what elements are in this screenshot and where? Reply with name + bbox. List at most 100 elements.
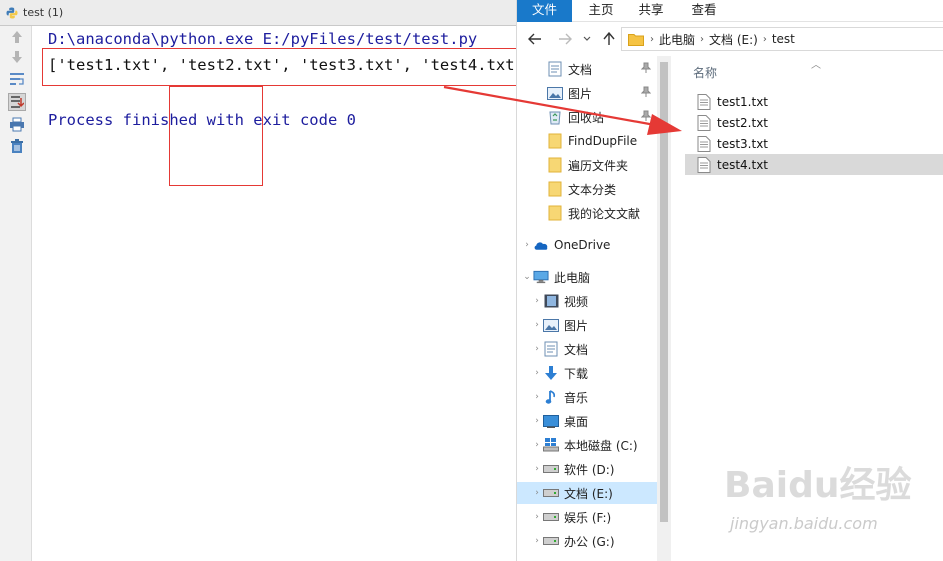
sidebar-item-onedrive[interactable]: › OneDrive (517, 234, 657, 256)
sidebar-item-this-pc[interactable]: ⌄ 此电脑 (517, 266, 657, 288)
annotation-arrow-icon (443, 85, 682, 135)
sidebar-item-label: OneDrive (554, 238, 611, 252)
folder-icon (547, 205, 563, 221)
sidebar-item-label: 文档 (E:) (564, 486, 613, 501)
sidebar-item-drive-f[interactable]: › 娱乐 (F:) (517, 506, 657, 528)
breadcrumb-drive-e[interactable]: 文档 (E:) (705, 31, 762, 48)
address-path-box[interactable]: › 此电脑 › 文档 (E:) › test (621, 27, 943, 51)
sidebar-item-label: 文档 (568, 62, 593, 77)
sidebar-item-paper-references[interactable]: 我的论文文献 (517, 202, 657, 224)
computer-icon (533, 269, 549, 285)
sidebar-item-label: 我的论文文献 (568, 206, 641, 221)
sidebar-item-documents[interactable]: › 文档 (517, 338, 657, 360)
documents-icon (547, 61, 563, 77)
chevron-right-icon[interactable]: › (531, 320, 543, 330)
chevron-down-icon[interactable]: ⌄ (521, 272, 533, 282)
run-toolbar (0, 26, 32, 561)
sidebar-item-pictures[interactable]: › 图片 (517, 314, 657, 336)
chevron-right-icon[interactable]: › (531, 536, 543, 546)
ribbon-tab-file[interactable]: 文件 (517, 0, 572, 22)
music-icon (543, 389, 559, 405)
windows-drive-icon (543, 437, 559, 453)
folder-icon (547, 181, 563, 197)
videos-icon (543, 293, 559, 309)
ribbon-tab-view[interactable]: 查看 (684, 0, 724, 22)
address-bar: › 此电脑 › 文档 (E:) › test (517, 24, 943, 54)
desktop-icon (543, 413, 559, 429)
sidebar-item-downloads[interactable]: › 下载 (517, 362, 657, 384)
sidebar-item-drive-c[interactable]: › 本地磁盘 (C:) (517, 434, 657, 456)
text-file-icon (697, 114, 711, 131)
screenshot-root: test (1) D:\anaconda\python.exe E:/pyFil… (0, 0, 943, 561)
files-highlight-box (169, 86, 263, 186)
sidebar-item-desktop[interactable]: › 桌面 (517, 410, 657, 432)
scroll-to-end-icon[interactable] (8, 93, 26, 111)
run-tab[interactable]: test (1) (0, 0, 71, 25)
sidebar-item-label: 音乐 (564, 390, 589, 405)
ribbon-tab-share[interactable]: 共享 (631, 0, 671, 22)
chevron-right-icon[interactable]: › (531, 488, 543, 498)
download-icon (543, 365, 559, 381)
sidebar-item-music[interactable]: › 音乐 (517, 386, 657, 408)
chevron-right-icon[interactable]: › (531, 296, 543, 306)
onedrive-cloud-icon (533, 237, 549, 253)
file-name: test3.txt (717, 136, 769, 151)
up-arrow-icon[interactable] (8, 28, 26, 46)
sort-ascending-icon: ︿ (811, 60, 821, 71)
sidebar-item-videos[interactable]: › 视频 (517, 290, 657, 312)
file-row[interactable]: test3.txt (685, 133, 943, 154)
sidebar-item-label: 本地磁盘 (C:) (564, 438, 638, 453)
watermark-brand: Baidu经验 (724, 465, 912, 506)
drive-icon (543, 461, 559, 477)
sidebar-item-label: 文本分类 (568, 182, 617, 197)
folder-icon (628, 33, 644, 46)
forward-arrow-icon[interactable] (555, 28, 575, 50)
ribbon-tabbar: 文件 主页 共享 查看 (517, 0, 943, 22)
sidebar-item-traverse-folder[interactable]: 遍历文件夹 (517, 154, 657, 176)
sidebar-item-text-classification[interactable]: 文本分类 (517, 178, 657, 200)
sidebar-item-quick-documents[interactable]: 文档 (517, 58, 657, 80)
drive-icon (543, 485, 559, 501)
chevron-right-icon[interactable]: › (531, 392, 543, 402)
up-folder-icon[interactable] (599, 28, 619, 50)
sidebar-item-label: 办公 (G:) (564, 534, 615, 549)
sidebar-item-label: 文档 (564, 342, 589, 357)
column-header-name[interactable]: 名称 (693, 64, 717, 81)
run-console-pane: test (1) D:\anaconda\python.exe E:/pyFil… (0, 0, 533, 561)
ribbon-tab-home[interactable]: 主页 (581, 0, 621, 22)
file-name: test4.txt (717, 157, 769, 172)
chevron-right-icon[interactable]: › (531, 464, 543, 474)
trash-icon[interactable] (8, 137, 26, 155)
file-row[interactable]: test1.txt (685, 91, 943, 112)
text-file-icon (697, 135, 711, 152)
drive-icon (543, 533, 559, 549)
chevron-right-icon[interactable]: › (531, 512, 543, 522)
down-arrow-icon[interactable] (8, 48, 26, 66)
run-tabbar: test (1) (0, 0, 516, 26)
python-icon (6, 7, 18, 18)
sidebar-item-label: 桌面 (564, 414, 589, 429)
breadcrumb-test[interactable]: test (768, 32, 799, 46)
chevron-right-icon[interactable]: › (521, 240, 533, 250)
chevron-right-icon[interactable]: › (531, 368, 543, 378)
file-row[interactable]: test4.txt (685, 154, 943, 175)
back-arrow-icon[interactable] (525, 28, 545, 50)
breadcrumb-this-pc[interactable]: 此电脑 (655, 31, 699, 48)
text-file-icon (697, 156, 711, 173)
file-row[interactable]: test2.txt (685, 112, 943, 133)
soft-wrap-icon[interactable] (8, 70, 26, 88)
recent-dropdown-icon[interactable] (577, 28, 597, 50)
drive-icon (543, 509, 559, 525)
text-file-icon (697, 93, 711, 110)
sidebar-item-label: 遍历文件夹 (568, 158, 629, 173)
sidebar-item-drive-d[interactable]: › 软件 (D:) (517, 458, 657, 480)
sidebar-item-label: 娱乐 (F:) (564, 510, 612, 525)
chevron-right-icon[interactable]: › (531, 440, 543, 450)
sidebar-item-drive-e[interactable]: › 文档 (E:) (517, 482, 657, 504)
command-line-text: D:\anaconda\python.exe E:/pyFiles/test/t… (48, 30, 478, 48)
run-tab-label: test (1) (23, 6, 64, 19)
sidebar-item-drive-g[interactable]: › 办公 (G:) (517, 530, 657, 552)
print-icon[interactable] (8, 115, 26, 133)
chevron-right-icon[interactable]: › (531, 416, 543, 426)
chevron-right-icon[interactable]: › (531, 344, 543, 354)
